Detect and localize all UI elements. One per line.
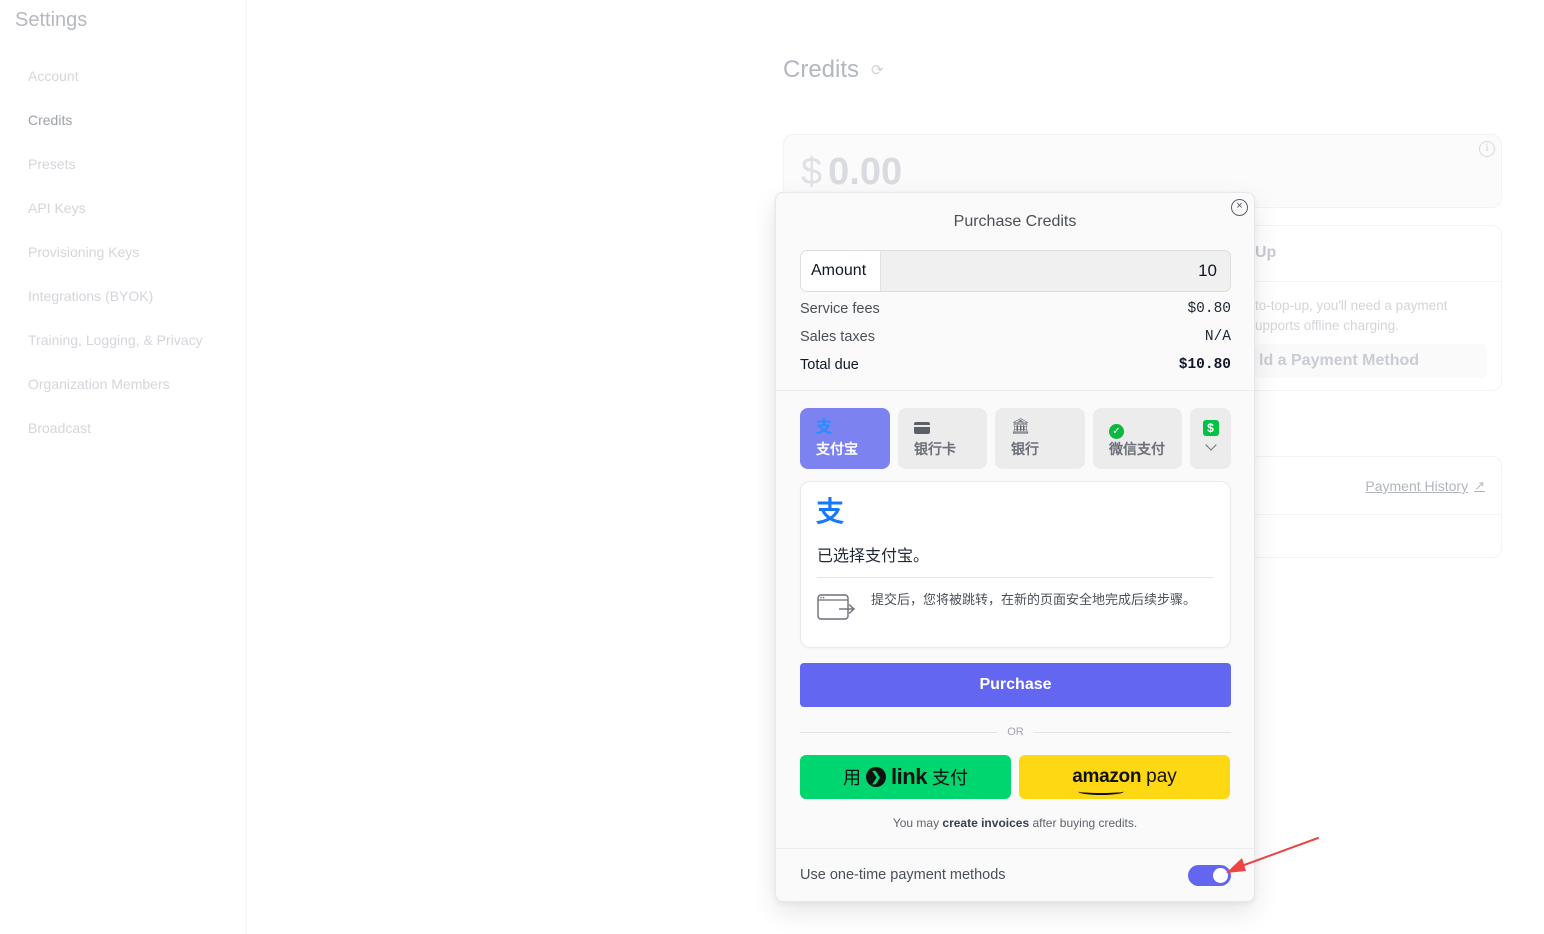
sidebar-item-credits[interactable]: Credits <box>28 110 203 154</box>
external-link-icon: ↗ <box>1474 478 1485 493</box>
sidebar-item-account[interactable]: Account <box>28 66 203 110</box>
divider <box>776 390 1254 391</box>
settings-page-background: Settings Account Credits Presets API Key… <box>0 0 1544 934</box>
tab-wechat-pay[interactable]: ✓ 微信支付 <box>1093 408 1182 469</box>
cash-app-icon: $ <box>1202 420 1219 436</box>
sidebar-item-integrations[interactable]: Integrations (BYOK) <box>28 286 203 330</box>
amazon-logo: amazon <box>1072 766 1142 795</box>
sales-taxes-label: Sales taxes <box>800 329 875 345</box>
pay-with-link-button[interactable]: 用 ❯ link 支付 <box>800 755 1011 799</box>
sidebar-divider <box>246 0 247 934</box>
alipay-icon: 支 <box>816 417 833 436</box>
invoice-note-post: after buying credits. <box>1029 816 1138 830</box>
total-due-value: $10.80 <box>1178 357 1231 373</box>
selected-method-text: 已选择支付宝。 <box>817 548 930 565</box>
auto-topup-description: to-top-up, you'll need a payment upports… <box>1255 298 1448 333</box>
or-divider: OR <box>800 724 1231 740</box>
total-due-label: Total due <box>800 357 859 373</box>
invoice-note-pre: You may <box>892 816 943 830</box>
service-fees-row: Service fees $0.80 <box>800 299 1231 319</box>
tab-bank-card[interactable]: 银行卡 <box>898 408 987 469</box>
amount-field: Amount <box>800 250 1231 292</box>
one-time-payment-label: Use one-time payment methods <box>800 867 1006 883</box>
amount-input[interactable] <box>881 251 1230 291</box>
credits-heading: Credits ⟳ <box>783 56 884 84</box>
modal-title: Purchase Credits <box>953 213 1077 230</box>
card-icon-wrap <box>914 419 987 435</box>
divider <box>1241 281 1501 282</box>
toggle-knob <box>1213 868 1228 883</box>
refresh-icon[interactable]: ⟳ <box>871 61 884 79</box>
amazon-smile-icon <box>1078 788 1125 795</box>
more-payment-methods-button[interactable]: $ <box>1190 408 1231 469</box>
wechat-icon: ✓ <box>1109 424 1124 439</box>
redirect-window-icon <box>817 594 855 620</box>
balance-currency: $ <box>801 151 823 193</box>
add-payment-method-button[interactable]: ld a Payment Method <box>1255 344 1487 378</box>
tab-label: 微信支付 <box>1109 441 1165 457</box>
chevron-down-icon <box>1204 439 1217 451</box>
sidebar-item-training-logging-privacy[interactable]: Training, Logging, & Privacy <box>28 330 203 374</box>
auto-topup-heading: Up <box>1255 244 1277 261</box>
balance-value: 0.00 <box>828 151 903 193</box>
amazon-pay-button[interactable]: amazon pay <box>1019 755 1230 799</box>
invoice-note: You may create invoices after buying cre… <box>776 816 1254 830</box>
one-time-payment-toggle[interactable] <box>1188 865 1231 886</box>
divider <box>1241 514 1501 515</box>
amount-label: Amount <box>801 251 881 291</box>
purchase-credits-modal: × Purchase Credits Amount Service fees $… <box>775 192 1255 902</box>
settings-sidebar: Account Credits Presets API Keys Provisi… <box>28 66 203 462</box>
info-icon[interactable]: i <box>1479 141 1495 157</box>
wechat-icon-wrap: ✓ <box>1109 419 1182 439</box>
redirect-note: 提交后，您将被跳转，在新的页面安全地完成后续步骤。 <box>871 592 1197 607</box>
amazon-pay-suffix: pay <box>1146 766 1177 787</box>
payment-method-tabs: 支 支付宝 银行卡 🏛 银行 ✓ 微信支付 $ <box>800 408 1231 469</box>
sidebar-item-provisioning-keys[interactable]: Provisioning Keys <box>28 242 203 286</box>
alipay-logo-icon: 支 <box>816 495 845 528</box>
bank-icon: 🏛 <box>1011 418 1031 435</box>
credits-title: Credits <box>783 56 860 83</box>
tab-label: 银行 <box>1011 441 1039 457</box>
divider <box>776 848 1254 849</box>
auto-topup-card: Up to-top-up, you'll need a payment uppo… <box>1240 225 1502 391</box>
tab-bank[interactable]: 🏛 银行 <box>995 408 1085 469</box>
sidebar-item-broadcast[interactable]: Broadcast <box>28 418 203 462</box>
or-label: OR <box>1007 726 1024 738</box>
link-brand: link <box>891 764 927 789</box>
amazon-brand: amazon <box>1072 766 1142 787</box>
service-fees-value: $0.80 <box>1187 301 1231 317</box>
settings-title: Settings <box>15 9 88 31</box>
sales-taxes-row: Sales taxes N/A <box>800 327 1231 347</box>
sidebar-item-api-keys[interactable]: API Keys <box>28 198 203 242</box>
service-fees-label: Service fees <box>800 301 880 317</box>
sidebar-item-organization-members[interactable]: Organization Members <box>28 374 203 418</box>
divider <box>800 731 998 733</box>
purchase-button[interactable]: Purchase <box>800 663 1231 707</box>
total-due-row: Total due $10.80 <box>800 355 1231 375</box>
link-prefix: 用 <box>843 768 862 788</box>
payment-history-label: Payment History <box>1365 478 1469 494</box>
tab-label: 支付宝 <box>816 441 858 457</box>
create-invoices-text: create invoices <box>942 816 1030 830</box>
link-suffix: 支付 <box>931 768 968 788</box>
payment-method-panel: 支 已选择支付宝。 提交后，您将被跳转，在新的页面安全地完成后续步骤。 <box>800 481 1231 648</box>
payment-history-link[interactable]: Payment History ↗ <box>1365 478 1485 494</box>
divider <box>1033 731 1231 733</box>
tab-label: 银行卡 <box>914 441 956 457</box>
sidebar-item-presets[interactable]: Presets <box>28 154 203 198</box>
payment-history-card: Payment History ↗ <box>1240 456 1502 558</box>
tab-alipay[interactable]: 支 支付宝 <box>800 408 890 469</box>
balance-amount: $0.00 <box>801 151 902 194</box>
divider <box>817 577 1214 578</box>
card-icon <box>914 422 930 434</box>
sales-taxes-value: N/A <box>1204 329 1231 345</box>
link-arrow-icon: ❯ <box>866 767 887 787</box>
